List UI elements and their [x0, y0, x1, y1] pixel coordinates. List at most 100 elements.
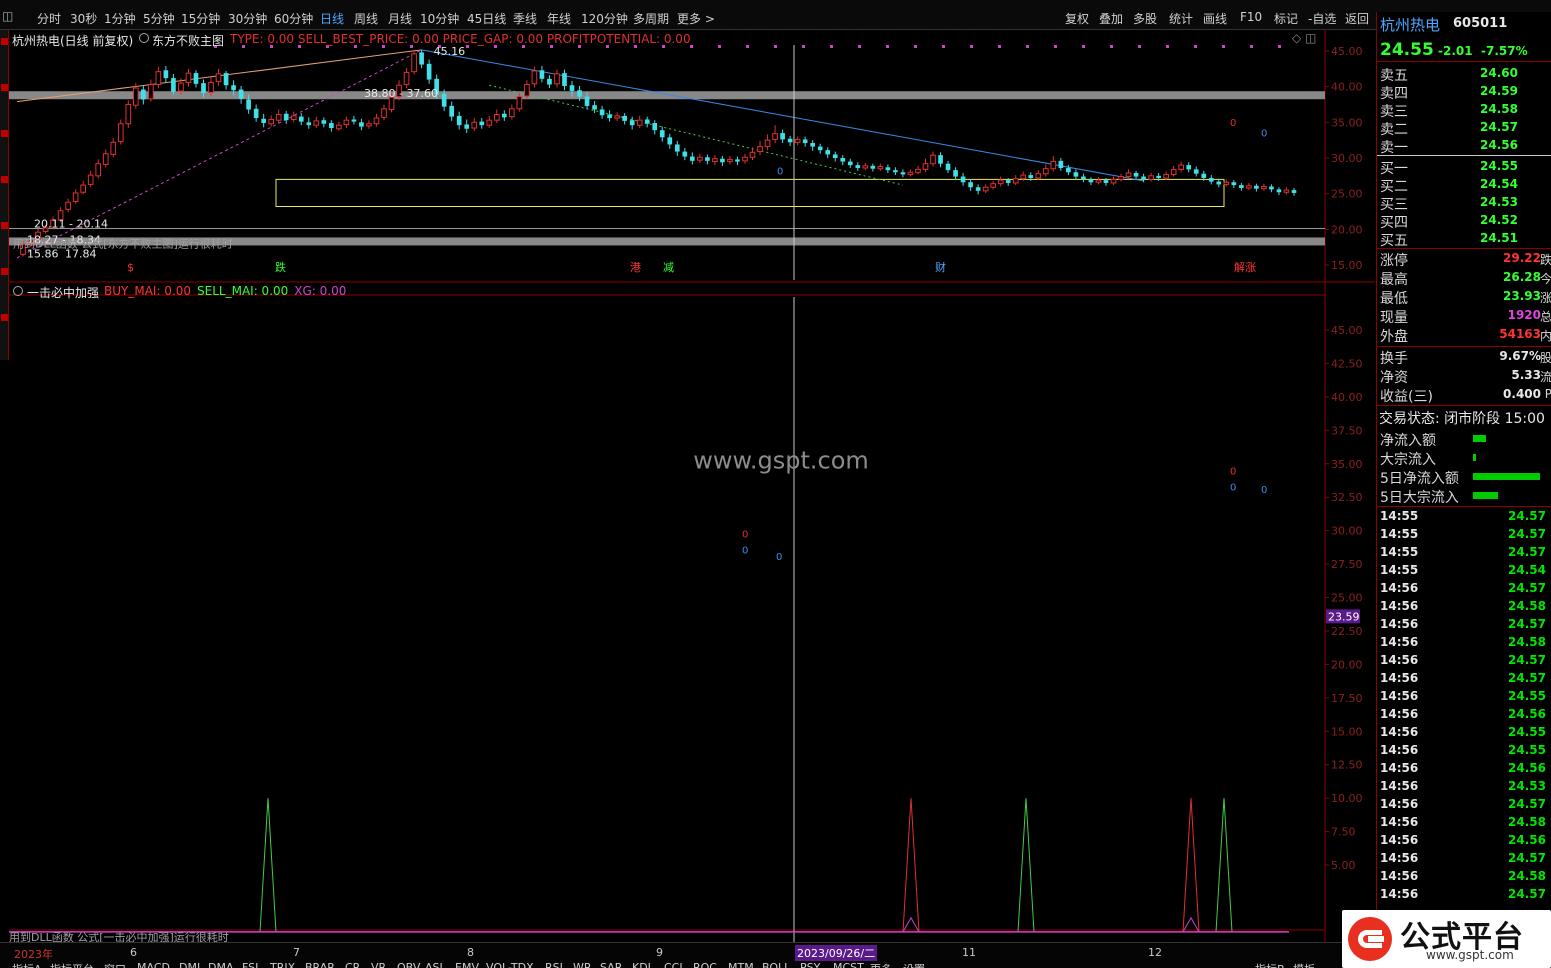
bottom-tab-3[interactable]: MACD: [137, 961, 170, 968]
period-tab-10[interactable]: 10分钟: [420, 10, 459, 27]
period-tab-0[interactable]: 分时: [37, 10, 61, 27]
indicator-settings-icon[interactable]: [139, 33, 149, 43]
sub-indicator-settings-icon[interactable]: [13, 286, 23, 296]
toolbar-grid-icon[interactable]: ◫: [2, 9, 13, 23]
toolbar-btn-3[interactable]: 统计: [1169, 10, 1193, 27]
period-tab-3[interactable]: 5分钟: [143, 10, 175, 27]
bottom-tab-9[interactable]: CR: [345, 961, 360, 968]
main-y-tick-3: 30.00: [1331, 152, 1363, 165]
bottom-tab-0[interactable]: 指标A: [12, 961, 42, 968]
bottom-tab-26[interactable]: 设置: [903, 961, 925, 968]
toolbar-btn-5[interactable]: F10: [1240, 10, 1262, 24]
period-tab-7[interactable]: 日线: [320, 10, 344, 27]
tick-price: 24.57: [1508, 887, 1546, 901]
toolbar-btn-1[interactable]: 叠加: [1099, 10, 1123, 27]
toolbar-btn-4[interactable]: 画线: [1203, 10, 1227, 27]
event-label-4: 财: [935, 260, 946, 274]
bottom-tab-17[interactable]: SAR: [600, 961, 622, 968]
stat2-label: 净资: [1380, 370, 1408, 386]
stat-row-4: 外盘 54163 内: [1377, 326, 1551, 345]
period-tab-6[interactable]: 60分钟: [274, 10, 313, 27]
tick-price: 24.56: [1508, 761, 1546, 775]
left-tab-5[interactable]: [1, 268, 8, 275]
left-tab-0[interactable]: [1, 38, 8, 45]
bottom-tab-15[interactable]: RSI: [545, 961, 563, 968]
bottom-tab-11[interactable]: OBV: [397, 961, 420, 968]
chart-area[interactable]: 45.00 40.00 35.00 30.00 25.00 20.00 15.00 45.00…: [9, 30, 1375, 944]
candle-body-47: [373, 117, 380, 125]
toolbar-btn-2[interactable]: 多股: [1133, 10, 1157, 27]
left-tab-2[interactable]: [1, 130, 8, 137]
period-tab-8[interactable]: 周线: [354, 10, 378, 27]
bottom-tab-14[interactable]: VOL-TDX: [486, 961, 534, 968]
tick-price: 24.57: [1508, 671, 1546, 685]
toolbar-btn-8[interactable]: 返回: [1345, 10, 1369, 27]
quote-change-pct: -7.57%: [1481, 44, 1528, 58]
candle-body-27: [223, 73, 229, 86]
bottom-tab-5[interactable]: DMA: [208, 961, 234, 968]
tick-time: 14:56: [1380, 599, 1419, 613]
main-window-icons[interactable]: ◇ ◫: [1292, 31, 1316, 45]
period-tab-9[interactable]: 月线: [388, 10, 412, 27]
toolbar-btn-6[interactable]: 标记: [1274, 10, 1298, 27]
bottom-tab-4[interactable]: DMI: [179, 961, 200, 968]
period-tab-5[interactable]: 30分钟: [228, 10, 267, 27]
candle-body-148: [1133, 172, 1139, 177]
quote-stock-name: 杭州热电: [1380, 16, 1441, 34]
stat-value: 29.22: [1503, 251, 1541, 265]
period-tab-16[interactable]: 更多 >: [677, 10, 715, 27]
candle-body-145: [1110, 178, 1117, 184]
bottom-tab-25[interactable]: 更多: [870, 961, 892, 968]
stat2-row-2: 收益(三) 0.400 P: [1377, 386, 1551, 405]
toolbar-btn-0[interactable]: 复权: [1065, 10, 1089, 27]
candle-body-74: [577, 90, 582, 97]
bottom-tab-23[interactable]: PSY: [800, 961, 820, 968]
bottom-tab-1[interactable]: 指标平台: [50, 961, 94, 968]
period-tab-14[interactable]: 120分钟: [581, 10, 628, 27]
candle-body-135: [1035, 173, 1042, 179]
bottom-tab-18[interactable]: KDJ: [632, 961, 651, 968]
bottom-tab-24[interactable]: MCST: [833, 961, 864, 968]
left-tab-1[interactable]: [1, 84, 8, 91]
tick-price: 24.55: [1508, 689, 1546, 703]
period-tab-15[interactable]: 多周期: [633, 10, 669, 27]
period-tab-13[interactable]: 年线: [547, 10, 571, 27]
bottom-tab-19[interactable]: CCI: [664, 961, 683, 968]
chart-svg[interactable]: 45.00 40.00 35.00 30.00 25.00 20.00 15.00 45.00…: [9, 30, 1375, 944]
candle-body-6: [65, 201, 71, 210]
main-indicator-name[interactable]: 东方不败主图: [152, 32, 224, 49]
bottom-tab-21[interactable]: MTM: [728, 961, 754, 968]
bottom-tab-12[interactable]: ASI: [425, 961, 443, 968]
bottom-right-tab-0[interactable]: 指标B: [1255, 961, 1285, 968]
period-tab-12[interactable]: 季线: [513, 10, 537, 27]
top-dot-28: [998, 45, 1001, 48]
annot-range2: 20.11 - 20.14: [34, 217, 108, 230]
sub-indicator-name[interactable]: 一击必中加强: [27, 284, 99, 301]
bottom-tab-8[interactable]: BRAR: [305, 961, 335, 968]
event-label-2: 港: [630, 261, 641, 274]
bottom-right-tab-1[interactable]: 模板: [1293, 961, 1315, 968]
period-tab-2[interactable]: 1分钟: [104, 10, 136, 27]
left-tab-3[interactable]: [1, 176, 8, 183]
candle-body-52: [411, 53, 417, 73]
period-tab-11[interactable]: 45日线: [467, 10, 506, 27]
bottom-tab-16[interactable]: WR: [573, 961, 592, 968]
candle-body-40: [321, 120, 327, 124]
toolbar-btn-7[interactable]: -自选: [1308, 10, 1336, 27]
period-tab-1[interactable]: 30秒: [70, 10, 97, 27]
bottom-tab-20[interactable]: ROC: [693, 961, 717, 968]
bottom-tab-13[interactable]: EMV: [455, 961, 479, 968]
sub-y-tick-3: 37.50: [1331, 424, 1363, 437]
bottom-tab-7[interactable]: TRIX: [270, 961, 295, 968]
left-tab-6[interactable]: [1, 314, 8, 321]
bottom-tab-2[interactable]: 窗口: [104, 961, 126, 968]
bottom-tab-22[interactable]: BOLL: [762, 961, 790, 968]
bottom-tab-10[interactable]: VR: [371, 961, 386, 968]
bottom-tab-6[interactable]: FSL: [242, 961, 261, 968]
candle-body-93: [720, 158, 725, 163]
left-vertical-tabs: [0, 30, 9, 360]
left-tab-4[interactable]: [1, 222, 8, 229]
period-tab-4[interactable]: 15分钟: [181, 10, 220, 27]
top-dot-19: [746, 45, 749, 48]
stat2-label: 收益(三): [1380, 389, 1433, 405]
